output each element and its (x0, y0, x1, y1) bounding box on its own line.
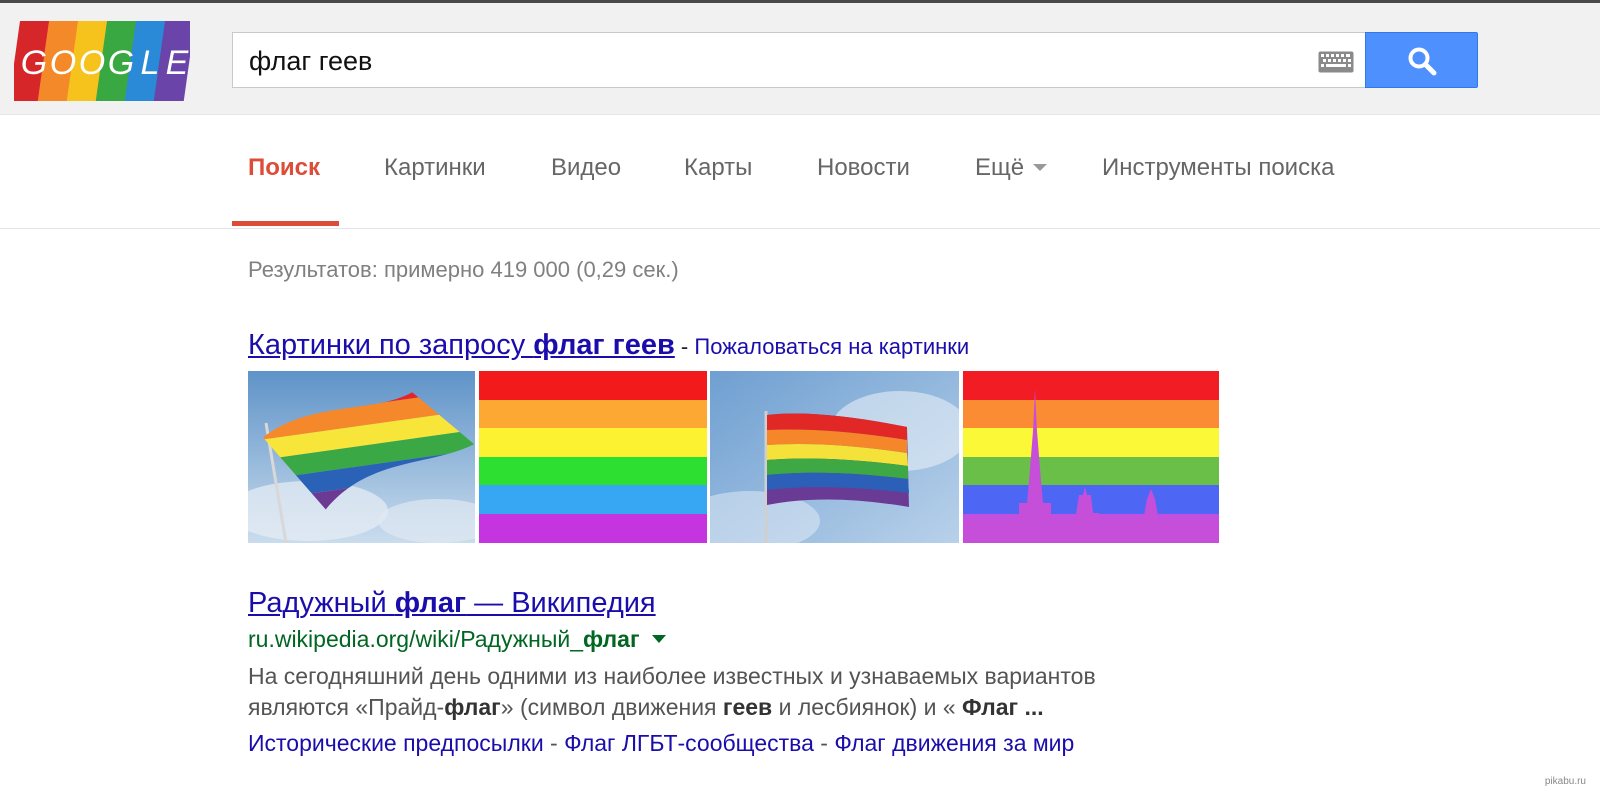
sitelink-lgbt-flag[interactable]: Флаг ЛГБТ-сообщества (564, 730, 814, 756)
snippet-line-1: На сегодняшний день одними из наиболее и… (248, 663, 1096, 689)
svg-text:O: O (50, 44, 76, 82)
image-thumbnail-2[interactable] (479, 371, 707, 543)
tab-images[interactable]: Картинки (384, 154, 486, 182)
result-title-link[interactable]: Радужный флаг — Википедия (248, 587, 656, 620)
search-icon (1408, 47, 1437, 76)
tab-maps[interactable]: Карты (684, 154, 752, 182)
images-title-query: флаг геев (533, 329, 675, 361)
sitelink-separator: - (813, 730, 835, 756)
result-snippet: На сегодняшний день одними из наиболее и… (248, 661, 1208, 723)
snippet-line-2: являются «Прайд-флаг» (символ движения г… (248, 692, 1208, 723)
tab-search-tools[interactable]: Инструменты поиска (1102, 154, 1334, 182)
snippet-text: являются «Прайд- (248, 694, 445, 720)
svg-text:E: E (166, 44, 189, 82)
sitelink-historical[interactable]: Исторические предпосылки (248, 730, 544, 756)
result-url-base: ru.wikipedia.org/wiki/Радужный_ (248, 626, 583, 652)
search-box[interactable] (232, 32, 1365, 88)
svg-text:G: G (108, 44, 134, 82)
tab-search[interactable]: Поиск (248, 154, 320, 182)
svg-text:L: L (141, 44, 160, 82)
result-url-bold: флаг (583, 626, 640, 652)
sitelink-separator: - (543, 730, 565, 756)
search-button[interactable] (1365, 32, 1478, 88)
report-images-link[interactable]: Пожаловаться на картинки (694, 334, 969, 359)
snippet-bold: Флаг ... (962, 694, 1044, 720)
images-block-header: Картинки по запросу флаг геев - Пожалова… (248, 329, 969, 362)
rainbow-google-logo[interactable]: G O O G L E (8, 21, 195, 101)
result-title-bold: флаг (394, 587, 467, 619)
search-header: G O O G L E (0, 3, 1600, 115)
images-title-text: Картинки по запросу (248, 329, 534, 361)
sitelink-peace-flag[interactable]: Флаг движения за мир (834, 730, 1074, 756)
result-title-part-2: — Википедия (466, 587, 656, 619)
image-thumbnail-1[interactable] (248, 371, 475, 543)
result-stats: Результатов: примерно 419 000 (0,29 сек.… (248, 257, 679, 282)
tab-more[interactable]: Ещё (975, 154, 1048, 182)
keyboard-icon[interactable] (1318, 51, 1354, 73)
tab-more-label: Ещё (975, 154, 1025, 181)
search-tabs: Поиск Картинки Видео Карты Новости Ещё И… (0, 116, 1600, 229)
active-tab-indicator (232, 221, 339, 226)
result-url: ru.wikipedia.org/wiki/Радужный_флаг (248, 626, 666, 653)
result-title-part-1: Радужный (248, 587, 395, 619)
tab-news[interactable]: Новости (817, 154, 910, 182)
sitelinks: Исторические предпосылки - Флаг ЛГБТ-соо… (248, 730, 1074, 757)
snippet-text: и лесбиянок) и « (772, 694, 963, 720)
chevron-down-icon (1033, 164, 1048, 171)
tab-video[interactable]: Видео (551, 154, 621, 182)
url-dropdown-arrow-icon[interactable] (651, 635, 666, 643)
svg-text:O: O (79, 44, 105, 82)
image-thumbnail-4[interactable] (963, 371, 1219, 543)
images-separator: - (674, 334, 695, 359)
snippet-text: » (символ движения (500, 694, 723, 720)
svg-text:G: G (21, 44, 47, 82)
search-input[interactable] (249, 41, 1309, 81)
snippet-bold: геев (722, 694, 773, 720)
snippet-bold: флаг (444, 694, 501, 720)
image-thumbnail-3[interactable] (710, 371, 959, 543)
watermark: pikabu.ru (1544, 776, 1586, 787)
images-block-link[interactable]: Картинки по запросу флаг геев (248, 329, 675, 361)
